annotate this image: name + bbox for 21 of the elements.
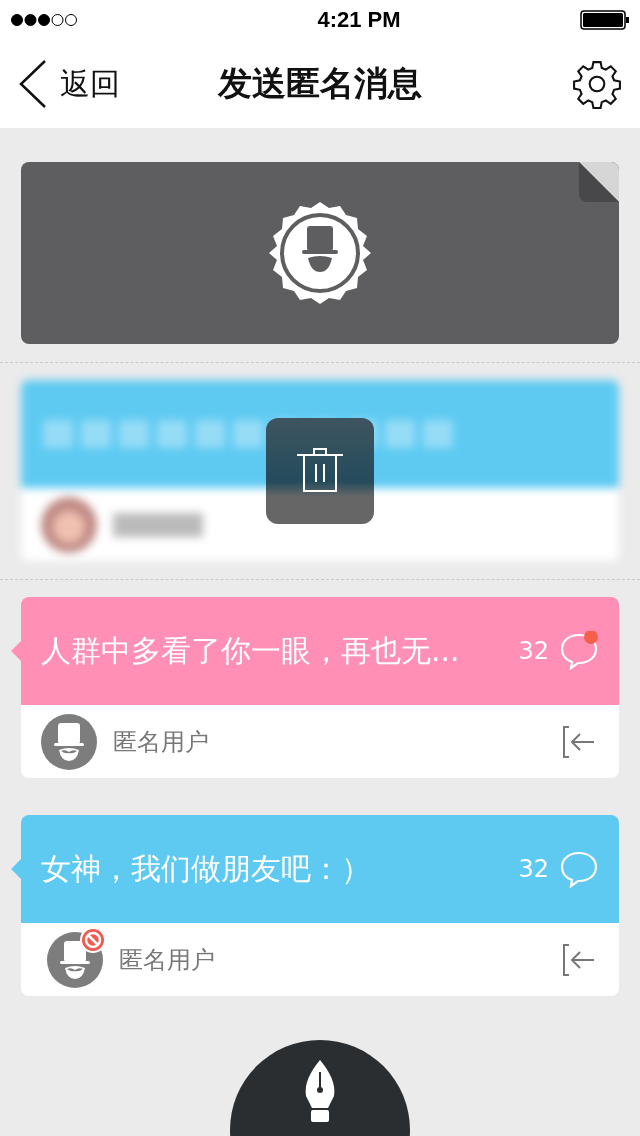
settings-button[interactable]	[572, 59, 622, 109]
battery-icon	[580, 10, 630, 30]
message-text: 人群中多看了你一眼，再也无...	[41, 631, 460, 670]
user-name: 匿名用户	[113, 726, 209, 758]
top-hat-avatar-icon	[41, 713, 97, 770]
message-text: 女神，我们做朋友吧：）	[41, 849, 371, 888]
folded-corner-icon	[579, 162, 619, 202]
comment-count: 32	[518, 637, 549, 665]
delete-button[interactable]	[266, 418, 374, 524]
top-hat-emblem-icon	[267, 200, 373, 306]
back-button[interactable]: 返回	[18, 59, 120, 109]
comment-count: 32	[518, 855, 549, 883]
back-chevron-icon	[18, 59, 48, 109]
exit-icon[interactable]	[561, 723, 597, 760]
status-time: 4:21 PM	[317, 7, 401, 33]
comment-icon[interactable]	[559, 631, 599, 671]
user-name: 匿名用户	[119, 944, 215, 976]
avatar-icon	[41, 496, 97, 553]
exit-icon[interactable]	[561, 941, 597, 978]
signal-icon	[10, 13, 78, 27]
page-title: 发送匿名消息	[218, 62, 422, 105]
